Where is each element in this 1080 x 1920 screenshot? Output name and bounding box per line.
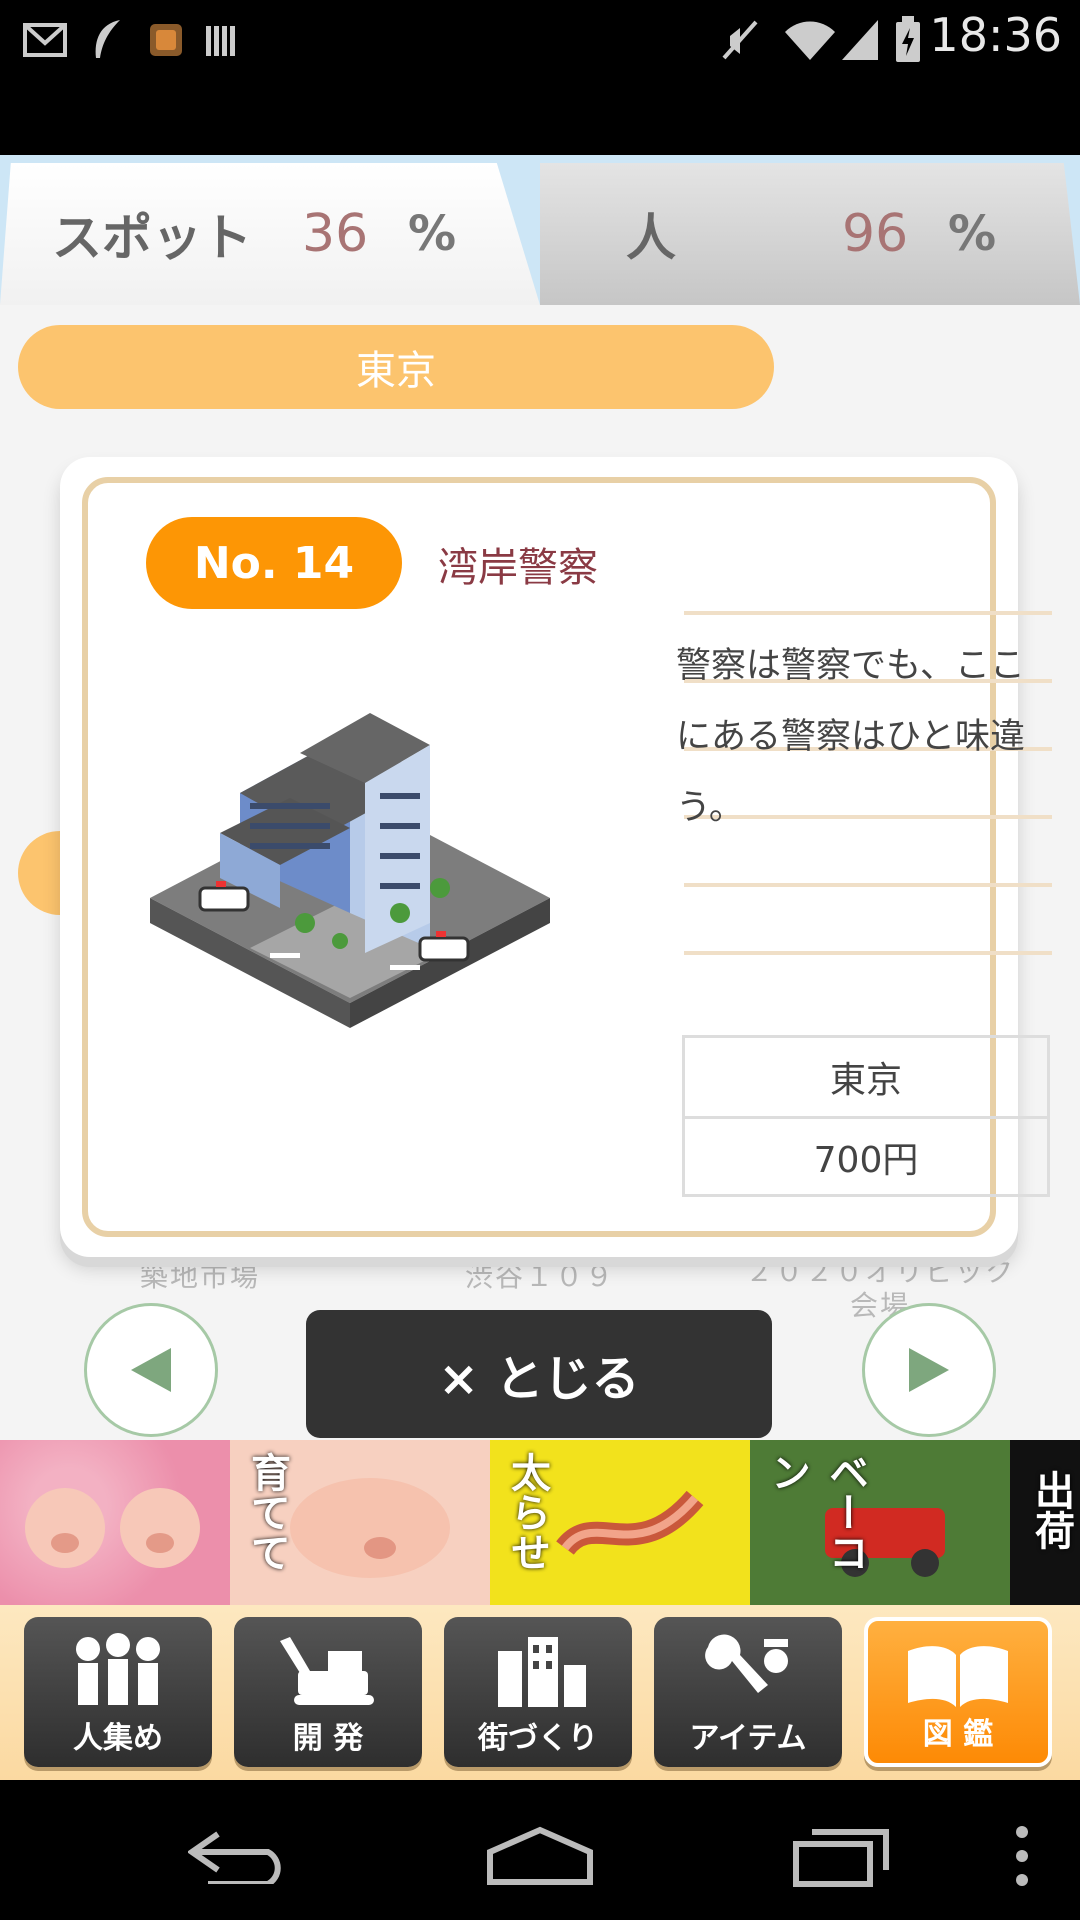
spot-description: 警察は警察でも、ここにある警察はひと味違う。 [676, 646, 1025, 828]
tab-people-percent: 96 [842, 204, 909, 264]
close-button[interactable]: × とじる [306, 1310, 772, 1438]
nav-town-building[interactable]: 街づくり [444, 1617, 632, 1767]
back-icon[interactable] [188, 1828, 292, 1884]
spot-region-cell: 東京 [829, 1060, 902, 1101]
ad-segment-fatten: 太らせ [490, 1440, 750, 1605]
nav-label: アイテム [689, 1721, 807, 1756]
nav-label: 開 発 [292, 1721, 364, 1756]
ad-segment-raise: 育てて [230, 1440, 490, 1605]
home-icon[interactable] [484, 1826, 596, 1886]
tab-people-label: 人 [626, 209, 676, 267]
tab-people-percent-symbol: % [948, 206, 997, 262]
status-bar: 18:36 [0, 0, 1080, 80]
next-button[interactable] [862, 1303, 996, 1437]
nav-label: 図 鑑 [922, 1717, 994, 1752]
clock: 18:36 [929, 8, 1062, 62]
tab-people[interactable]: 人 96 % [540, 163, 1080, 305]
barcode-icon [202, 14, 242, 66]
nav-develop[interactable]: 開 発 [234, 1617, 422, 1767]
tab-spot-percent-symbol: % [408, 206, 457, 262]
wifi-icon [782, 14, 838, 66]
gmail-icon [22, 14, 68, 66]
ad-word: 育てて [244, 1452, 290, 1572]
spot-price-cell: 700円 [685, 1116, 1047, 1194]
buildings-icon [498, 1637, 586, 1707]
behind-card-label: ２０２０オリピック会場 [744, 1255, 1015, 1322]
behind-card-label: 築地市場 [139, 1260, 260, 1293]
arrow-right-icon [909, 1348, 949, 1392]
tab-spot-label: スポット [52, 209, 252, 267]
tab-spot-percent: 36 [302, 204, 369, 264]
ad-word: ベーコン [764, 1452, 868, 1572]
ad-word: 太らせ [504, 1452, 550, 1572]
signal-icon [838, 14, 882, 66]
app-screen: スポット 36 % 人 96 % 東京 築地市場 渋谷１０９ ２０２０オリピック… [0, 155, 1080, 1780]
excavator-icon [280, 1637, 374, 1705]
nav-encyclopedia[interactable]: 図 鑑 [864, 1617, 1052, 1767]
more-options-icon[interactable] [1012, 1824, 1032, 1888]
ad-segment-bacon: ベーコン [750, 1440, 1010, 1605]
ad-word: 出荷 [1028, 1470, 1074, 1550]
spot-number-badge: No. 14 [146, 517, 402, 609]
wrench-icon [705, 1634, 788, 1693]
feather-icon [88, 14, 128, 66]
ad-pigs-image [0, 1440, 230, 1605]
bottom-nav: 人集め 開 発 街づくり アイテム 図 鑑 [0, 1605, 1080, 1780]
tab-spot[interactable]: スポット 36 % [0, 163, 540, 305]
mute-icon [718, 14, 762, 66]
game-app-icon [146, 14, 186, 66]
ruled-line [684, 883, 1052, 887]
book-icon [908, 1646, 1008, 1707]
ruled-line [684, 611, 1052, 615]
police-building-illustration [140, 683, 560, 1043]
people-icon [76, 1633, 160, 1705]
nav-items[interactable]: アイテム [654, 1617, 842, 1767]
battery-charging-icon [892, 14, 924, 66]
spot-card: No. 14 湾岸警察 警察は警察でも、ここにある警察はひと味違う。 東京 70… [60, 457, 1052, 1257]
previous-button[interactable] [84, 1303, 218, 1437]
nav-gather-people[interactable]: 人集め [24, 1617, 212, 1767]
ruled-line [684, 951, 1052, 955]
recent-apps-icon[interactable] [790, 1824, 894, 1888]
arrow-left-icon [131, 1348, 171, 1392]
card-frame: No. 14 湾岸警察 警察は警察でも、ここにある警察はひと味違う。 東京 70… [82, 477, 1052, 1237]
system-nav-bar [0, 1780, 1080, 1920]
spot-name: 湾岸警察 [438, 545, 598, 591]
spot-info-table: 東京 700円 [682, 1035, 1050, 1197]
behind-card-label: 渋谷１０９ [464, 1260, 615, 1293]
ad-banner[interactable]: 育てて 太らせ ベーコン 出荷 [0, 1440, 1080, 1605]
ad-segment-ship: 出荷 [1010, 1440, 1080, 1605]
nav-label: 街づくり [478, 1721, 598, 1756]
nav-label: 人集め [73, 1721, 163, 1756]
region-selector[interactable]: 東京 [18, 325, 774, 409]
